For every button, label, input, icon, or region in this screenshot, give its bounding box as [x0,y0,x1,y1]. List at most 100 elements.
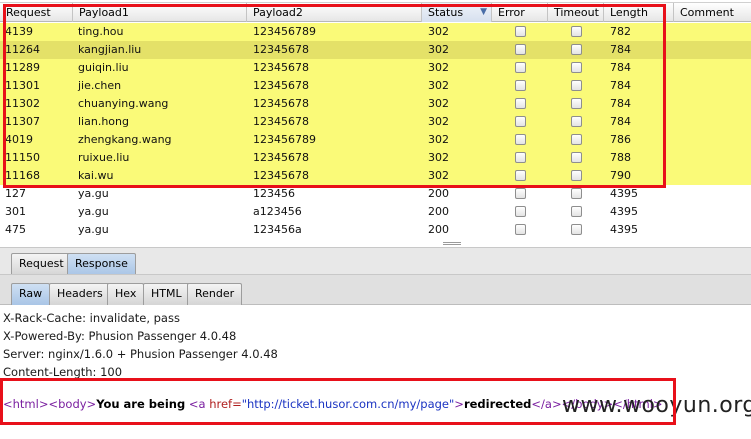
cell-status: 302 [428,97,449,110]
cell-length: 4395 [610,187,638,200]
timeout-checkbox[interactable] [571,26,582,37]
error-checkbox[interactable] [515,26,526,37]
error-checkbox[interactable] [515,80,526,91]
cell-status: 302 [428,169,449,182]
cell-payload1: kai.wu [78,169,114,182]
column-header-comment[interactable]: Comment [674,3,751,22]
error-checkbox[interactable] [515,62,526,73]
column-header-length[interactable]: Length [604,3,674,22]
cell-status: 302 [428,79,449,92]
cell-length: 784 [610,79,631,92]
column-header-request[interactable]: Request [0,3,73,22]
column-header-error[interactable]: Error [492,3,548,22]
table-row[interactable]: 301 ya.gu a123456 200 4395 [0,203,751,221]
timeout-checkbox[interactable] [571,134,582,145]
cell-length: 4395 [610,205,638,218]
cell-request: 4019 [5,133,33,146]
cell-request: 11307 [5,115,40,128]
cell-length: 788 [610,151,631,164]
tab-headers[interactable]: Headers [49,283,111,305]
splitter-handle[interactable] [443,242,461,245]
anchor-close-tag: </a> [531,397,562,411]
tab-response[interactable]: Response [67,253,136,275]
cell-length: 784 [610,97,631,110]
table-row[interactable]: 11301 jie.chen 12345678 302 784 [0,77,751,95]
body-text: You are being [96,397,186,411]
href-attribute: href= [209,397,242,411]
html-open-tag: <html> [3,397,49,411]
timeout-checkbox[interactable] [571,170,582,181]
error-checkbox[interactable] [515,206,526,217]
cell-status: 302 [428,151,449,164]
timeout-checkbox[interactable] [571,206,582,217]
table-row[interactable]: 127 ya.gu 123456 200 4395 [0,185,751,203]
response-raw-view[interactable]: X-Rack-Cache: invalidate, pass X-Powered… [0,306,751,439]
column-header-status[interactable]: Status ▼ [422,3,492,22]
timeout-checkbox[interactable] [571,116,582,127]
table-row[interactable]: 11289 guiqin.liu 12345678 302 784 [0,59,751,77]
cell-status: 200 [428,205,449,218]
error-checkbox[interactable] [515,116,526,127]
table-row[interactable]: 11302 chuanying.wang 12345678 302 784 [0,95,751,113]
tab-render[interactable]: Render [187,283,243,305]
cell-length: 784 [610,115,631,128]
cell-payload1: guiqin.liu [78,61,129,74]
table-row[interactable]: 11168 kai.wu 12345678 302 790 [0,167,751,185]
body-open-tag: <body> [48,397,97,411]
cell-payload2: 123456789 [253,25,316,38]
message-tabs: Request Response [0,247,751,275]
error-checkbox[interactable] [515,152,526,163]
timeout-checkbox[interactable] [571,62,582,73]
tab-request[interactable]: Request [11,253,72,275]
cell-request: 475 [5,223,26,236]
cell-status: 200 [428,187,449,200]
timeout-checkbox[interactable] [571,44,582,55]
timeout-checkbox[interactable] [571,80,582,91]
cell-length: 784 [610,61,631,74]
cell-status: 302 [428,61,449,74]
error-checkbox[interactable] [515,170,526,181]
column-header-timeout[interactable]: Timeout [548,3,604,22]
error-checkbox[interactable] [515,44,526,55]
cell-payload1: ya.gu [78,223,109,236]
watermark: www.wooyun.org [562,393,751,418]
timeout-checkbox[interactable] [571,152,582,163]
table-row[interactable]: 11150 ruixue.liu 12345678 302 788 [0,149,751,167]
triangle-down-icon: ▼ [480,7,487,17]
cell-payload1: zhengkang.wang [78,133,172,146]
response-header-line: Content-Length: 100 [3,365,123,379]
cell-length: 786 [610,133,631,146]
cell-length: 784 [610,43,631,56]
error-checkbox[interactable] [515,134,526,145]
error-checkbox[interactable] [515,224,526,235]
table-row[interactable]: 11264 kangjian.liu 12345678 302 784 [0,41,751,59]
timeout-checkbox[interactable] [571,224,582,235]
cell-status: 302 [428,25,449,38]
table-row[interactable]: 4139 ting.hou 123456789 302 782 [0,23,751,41]
error-checkbox[interactable] [515,188,526,199]
cell-request: 11301 [5,79,40,92]
cell-payload2: 12345678 [253,61,309,74]
tab-html[interactable]: HTML [143,283,190,305]
href-value: "http://ticket.husor.com.cn/my/page" [241,397,455,411]
cell-payload2: 12345678 [253,79,309,92]
tab-raw[interactable]: Raw [11,283,51,305]
cell-payload1: ya.gu [78,205,109,218]
column-header-payload2[interactable]: Payload2 [247,3,422,22]
cell-request: 11168 [5,169,40,182]
cell-length: 4395 [610,223,638,236]
timeout-checkbox[interactable] [571,188,582,199]
cell-payload2: 12345678 [253,43,309,56]
cell-request: 4139 [5,25,33,38]
cell-payload1: ruixue.liu [78,151,130,164]
table-row[interactable]: 11307 lian.hong 12345678 302 784 [0,113,751,131]
timeout-checkbox[interactable] [571,98,582,109]
error-checkbox[interactable] [515,98,526,109]
cell-payload2: a123456 [253,205,302,218]
tab-hex[interactable]: Hex [107,283,145,305]
cell-request: 127 [5,187,26,200]
table-row[interactable]: 4019 zhengkang.wang 123456789 302 786 [0,131,751,149]
table-row[interactable]: 475 ya.gu 123456a 200 4395 [0,221,751,239]
cell-payload2: 123456789 [253,133,316,146]
column-header-payload1[interactable]: Payload1 [73,3,247,22]
